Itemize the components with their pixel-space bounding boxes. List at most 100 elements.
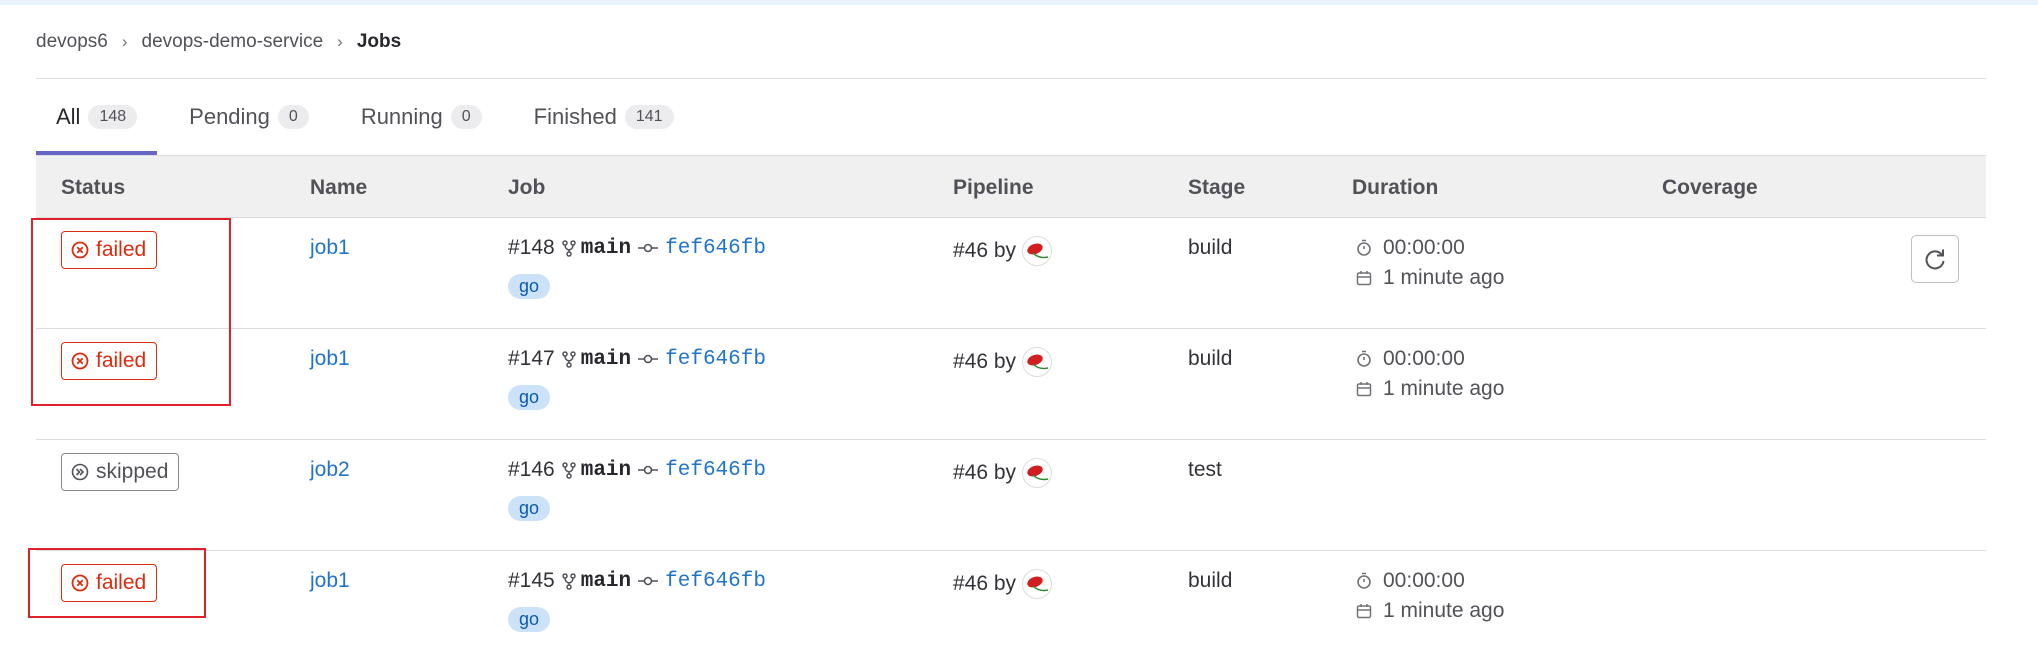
commit-sha-link[interactable]: fef646fb (665, 459, 766, 482)
avatar-image-icon (1027, 243, 1049, 259)
finished-time-value: 1 minute ago (1383, 377, 1505, 400)
job-info: #146 main fef646fb (508, 458, 766, 482)
column-header-status: Status (61, 176, 126, 199)
jobs-tabs: All 148 Pending 0 Running 0 Finished 141 (36, 79, 1986, 155)
pipeline-info: #46 by (953, 569, 1053, 599)
branch-icon (561, 573, 576, 590)
job-id-link[interactable]: #148 (508, 236, 555, 260)
tab-label: Finished (533, 104, 617, 129)
avatar-image-icon (1027, 465, 1049, 481)
duration: 00:00:00 (1352, 236, 1465, 260)
top-accent-bar (0, 0, 2038, 5)
finished-time: 1 minute ago (1352, 266, 1504, 290)
timer-icon (1352, 350, 1376, 368)
column-header-pipeline: Pipeline (953, 176, 1034, 199)
commit-icon (638, 354, 659, 364)
retry-button[interactable] (1911, 235, 1959, 283)
finished-time-value: 1 minute ago (1383, 599, 1505, 622)
branch-icon (561, 351, 576, 368)
job-info: #148 main fef646fb (508, 236, 766, 260)
commit-sha-link[interactable]: fef646fb (665, 570, 766, 593)
tab-all[interactable]: All 148 (36, 79, 158, 155)
status-skipped-icon (71, 463, 89, 481)
table-row: skipped job2 #146 main fef646fb go #46 b… (36, 440, 1986, 551)
stage-label: build (1188, 347, 1233, 370)
tab-count-badge: 0 (277, 105, 309, 129)
tab-running[interactable]: Running 0 (341, 79, 502, 155)
timer-icon (1352, 239, 1376, 257)
commit-sha-link[interactable]: fef646fb (665, 348, 766, 371)
user-avatar[interactable] (1022, 458, 1053, 488)
table-row: failed job1 #147 main fef646fb go #46 by… (36, 329, 1986, 440)
pipeline-info: #46 by (953, 236, 1053, 266)
breadcrumb-group[interactable]: devops6 (36, 31, 108, 53)
table-row: failed job1 #145 main fef646fb go #46 by… (36, 551, 1986, 662)
calendar-icon (1352, 270, 1376, 286)
job-id-link[interactable]: #145 (508, 569, 555, 593)
user-avatar[interactable] (1022, 569, 1053, 599)
status-label: skipped (96, 460, 169, 483)
tab-count-badge: 148 (88, 105, 138, 129)
commit-icon (638, 576, 659, 586)
job-name-link[interactable]: job1 (310, 236, 350, 260)
pipeline-info: #46 by (953, 347, 1053, 377)
finished-time: 1 minute ago (1352, 599, 1504, 623)
tab-label: Pending (189, 104, 270, 129)
job-id-link[interactable]: #146 (508, 458, 555, 482)
job-info: #145 main fef646fb (508, 569, 766, 593)
job-name-link[interactable]: job2 (310, 458, 350, 482)
chevron-right-icon: › (121, 32, 128, 51)
avatar-image-icon (1027, 354, 1049, 370)
pipeline-link[interactable]: #46 by (953, 239, 1016, 263)
job-tag-badge: go (508, 274, 551, 299)
branch-link[interactable]: main (581, 570, 631, 593)
finished-time-value: 1 minute ago (1383, 266, 1505, 289)
commit-sha-link[interactable]: fef646fb (665, 237, 766, 260)
duration: 00:00:00 (1352, 347, 1465, 371)
branch-icon (561, 240, 576, 257)
stage-label: build (1188, 236, 1233, 259)
job-tag-badge: go (508, 385, 551, 410)
column-header-stage: Stage (1188, 176, 1246, 199)
tab-finished[interactable]: Finished 141 (514, 79, 694, 155)
calendar-icon (1352, 603, 1376, 619)
branch-link[interactable]: main (581, 459, 631, 482)
duration-value: 00:00:00 (1383, 347, 1465, 370)
breadcrumb-project[interactable]: devops-demo-service (142, 31, 324, 53)
chevron-right-icon: › (337, 32, 343, 51)
column-header-job: Job (508, 176, 546, 199)
duration: 00:00:00 (1352, 569, 1465, 593)
retry-icon (1925, 249, 1945, 270)
job-name-link[interactable]: job1 (310, 569, 350, 593)
job-id-link[interactable]: #147 (508, 347, 555, 371)
highlight-box (31, 218, 231, 406)
pipeline-info: #46 by (953, 458, 1053, 488)
breadcrumb-current[interactable]: Jobs (357, 31, 401, 53)
job-tag-badge: go (508, 607, 551, 632)
commit-icon (638, 465, 659, 475)
pipeline-link[interactable]: #46 by (953, 461, 1016, 485)
job-tag-badge: go (508, 496, 551, 521)
column-header-name: Name (310, 176, 368, 199)
branch-link[interactable]: main (581, 348, 631, 371)
pipeline-link[interactable]: #46 by (953, 572, 1016, 596)
finished-time: 1 minute ago (1352, 377, 1504, 401)
highlight-box (28, 548, 206, 618)
pipeline-link[interactable]: #46 by (953, 350, 1016, 374)
branch-link[interactable]: main (581, 237, 631, 260)
user-avatar[interactable] (1022, 236, 1053, 266)
job-name-link[interactable]: job1 (310, 347, 350, 371)
user-avatar[interactable] (1022, 347, 1053, 377)
status-badge-skipped[interactable]: skipped (61, 453, 180, 491)
table-row: failed job1 #148 main fef646fb go #46 by… (36, 218, 1986, 329)
tab-count-badge: 0 (450, 105, 482, 129)
tab-pending[interactable]: Pending 0 (169, 79, 329, 155)
duration-value: 00:00:00 (1383, 569, 1465, 592)
timer-icon (1352, 572, 1376, 590)
stage-label: build (1188, 569, 1233, 592)
commit-icon (638, 243, 659, 253)
jobs-table-header: Status Name Job Pipeline Stage Duration … (36, 155, 1986, 218)
calendar-icon (1352, 381, 1376, 397)
column-header-coverage: Coverage (1662, 176, 1758, 199)
branch-icon (561, 462, 576, 479)
